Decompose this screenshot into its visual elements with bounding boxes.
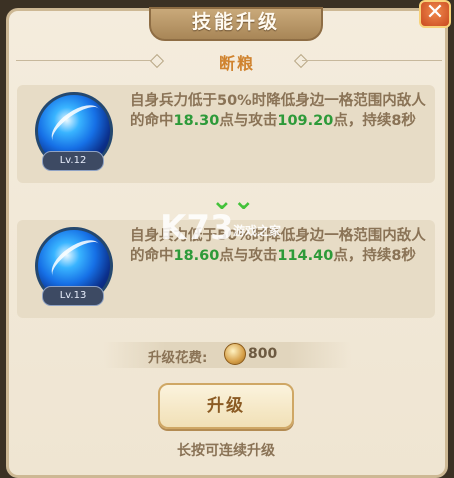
coin-icon (224, 343, 246, 365)
divider-right (302, 60, 442, 61)
accuracy-value: 18.30 (173, 113, 220, 129)
long-press-hint: 长按可连续升级 (177, 443, 275, 459)
watermark-subtext: 游戏之家 (233, 224, 282, 238)
attack-value: 114.40 (277, 248, 334, 264)
accuracy-value: 18.60 (173, 248, 220, 264)
skill-description: 自身兵力低于50%时降低身边一格范围内敌人的命中18.30点与攻击109.20点… (130, 93, 426, 129)
current-level-card: Lv.12 自身兵力低于50%时降低身边一格范围内敌人的命中18.30点与攻击1… (17, 85, 435, 183)
cost-label: 升级花费: (148, 350, 208, 366)
upgrade-button[interactable]: 升级 (158, 383, 294, 429)
skill-name: 断粮 (218, 54, 255, 73)
diamond-ornament-icon (293, 53, 309, 69)
close-icon: ✕ (425, 0, 445, 25)
upgrade-cost: 升级花费: 800 (103, 342, 351, 368)
level-badge: Lv.13 (42, 286, 104, 306)
close-button[interactable]: ✕ (419, 0, 451, 28)
panel-title: 技能升级 (149, 7, 323, 41)
watermark-logo: K73 (160, 208, 234, 248)
diamond-ornament-icon (149, 53, 165, 69)
skill-name-row: 断粮 (12, 50, 442, 73)
attack-value: 109.20 (277, 113, 334, 129)
divider-left (16, 60, 156, 61)
cost-value: 800 (248, 346, 278, 362)
level-badge: Lv.12 (42, 151, 104, 171)
